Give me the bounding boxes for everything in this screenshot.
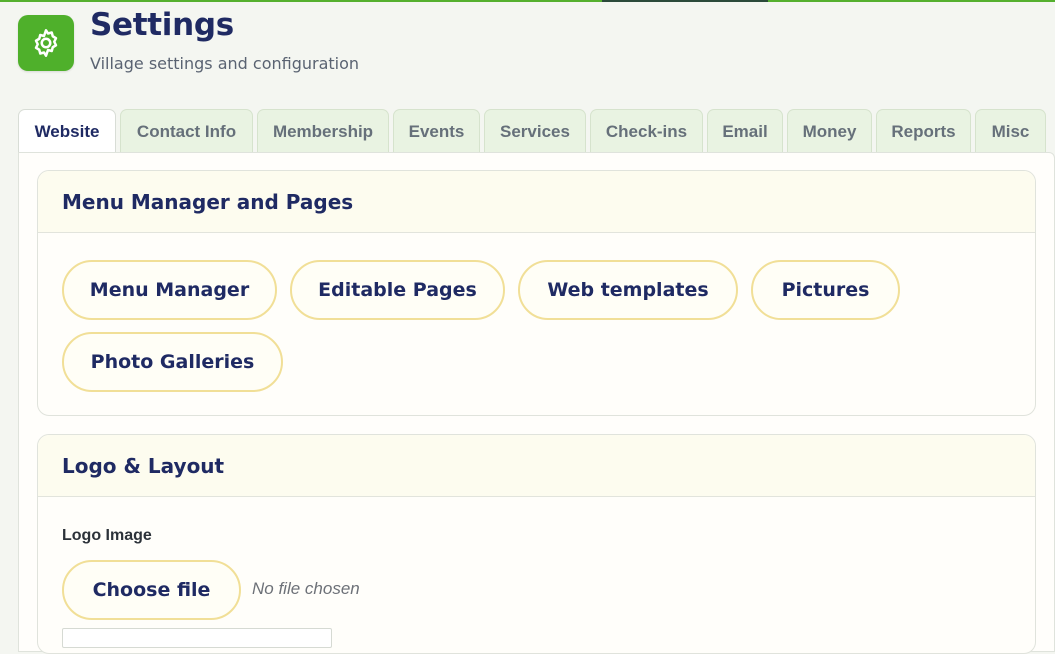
photo-galleries-button[interactable]: Photo Galleries — [62, 332, 283, 392]
top-accent-bar — [0, 0, 1055, 2]
editable-pages-button[interactable]: Editable Pages — [290, 260, 505, 320]
tab-membership[interactable]: Membership — [257, 109, 389, 153]
menu-buttons-row: Menu Manager Editable Pages Web template… — [62, 260, 900, 320]
tab-contact-info[interactable]: Contact Info — [120, 109, 253, 153]
logo-layout-card: Logo & Layout Logo Image Choose file No … — [37, 434, 1036, 654]
web-templates-button[interactable]: Web templates — [518, 260, 738, 320]
file-picker-row: Choose file — [62, 560, 241, 620]
gear-icon — [34, 29, 58, 57]
settings-gear-icon-badge — [18, 15, 74, 71]
card-title: Menu Manager and Pages — [62, 189, 354, 214]
card-header: Logo & Layout — [38, 435, 1035, 497]
tab-reports[interactable]: Reports — [876, 109, 971, 153]
tab-check-ins[interactable]: Check-ins — [590, 109, 703, 153]
tab-money[interactable]: Money — [787, 109, 872, 153]
page-title: Settings — [90, 7, 234, 43]
menu-manager-button[interactable]: Menu Manager — [62, 260, 277, 320]
tab-events[interactable]: Events — [393, 109, 480, 153]
logo-image-label: Logo Image — [62, 527, 152, 544]
menu-pages-card: Menu Manager and Pages Menu Manager Edit… — [37, 170, 1036, 416]
card-title: Logo & Layout — [62, 453, 225, 478]
tab-misc[interactable]: Misc — [975, 109, 1046, 153]
choose-file-button[interactable]: Choose file — [62, 560, 241, 620]
file-status-text: No file chosen — [252, 579, 360, 598]
top-accent-segment — [602, 0, 768, 2]
settings-tabs: Website Contact Info Membership Events S… — [18, 109, 1046, 154]
tab-email[interactable]: Email — [707, 109, 783, 153]
tab-services[interactable]: Services — [484, 109, 586, 153]
page-subtitle: Village settings and configuration — [90, 54, 360, 73]
card-header: Menu Manager and Pages — [38, 171, 1035, 233]
tab-website[interactable]: Website — [18, 109, 116, 154]
logo-settings-field[interactable] — [62, 628, 332, 648]
pictures-button[interactable]: Pictures — [751, 260, 900, 320]
menu-buttons-row-2: Photo Galleries — [62, 332, 283, 392]
